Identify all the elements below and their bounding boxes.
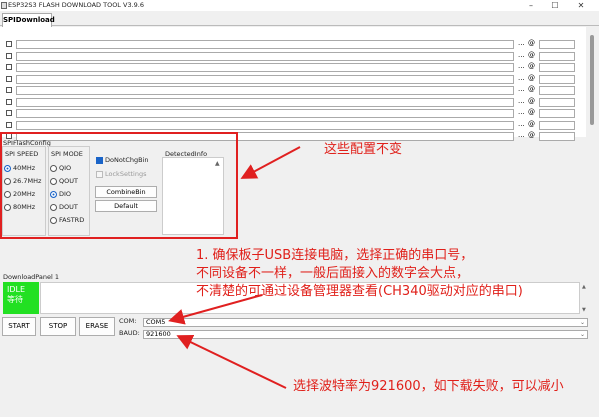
com-arrow [168, 294, 263, 325]
annotation-arrows [168, 146, 301, 389]
baud-arrow [176, 334, 287, 389]
config-arrow [240, 146, 301, 179]
